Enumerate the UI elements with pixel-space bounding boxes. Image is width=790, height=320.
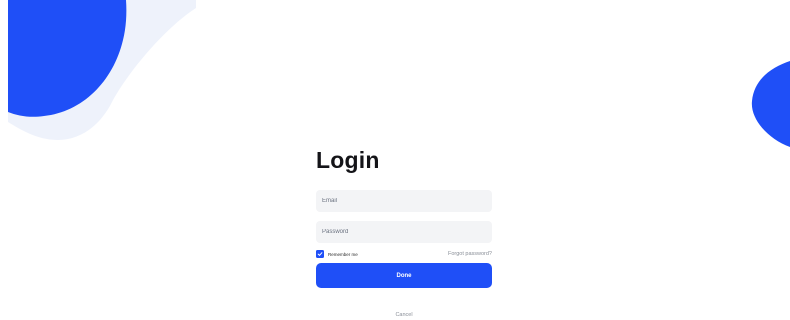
cancel-link[interactable]: Cancel <box>316 312 492 318</box>
password-field[interactable] <box>316 221 492 243</box>
form-options-row: Remember me Forgot password? <box>316 249 492 259</box>
login-form: Login Remember me Forgot password? Done … <box>316 146 492 318</box>
checkmark-icon[interactable] <box>316 250 324 258</box>
forgot-password-link[interactable]: Forgot password? <box>448 251 492 257</box>
remember-me-label: Remember me <box>328 251 358 257</box>
email-field[interactable] <box>316 190 492 212</box>
decorative-blob-blue <box>8 0 127 117</box>
decorative-blob-right <box>751 61 790 147</box>
decorative-blob-top-left <box>8 0 196 140</box>
decorative-blob-light <box>8 0 196 140</box>
done-button[interactable]: Done <box>316 263 492 288</box>
remember-me-checkbox[interactable]: Remember me <box>316 250 358 258</box>
page-title: Login <box>316 147 380 173</box>
